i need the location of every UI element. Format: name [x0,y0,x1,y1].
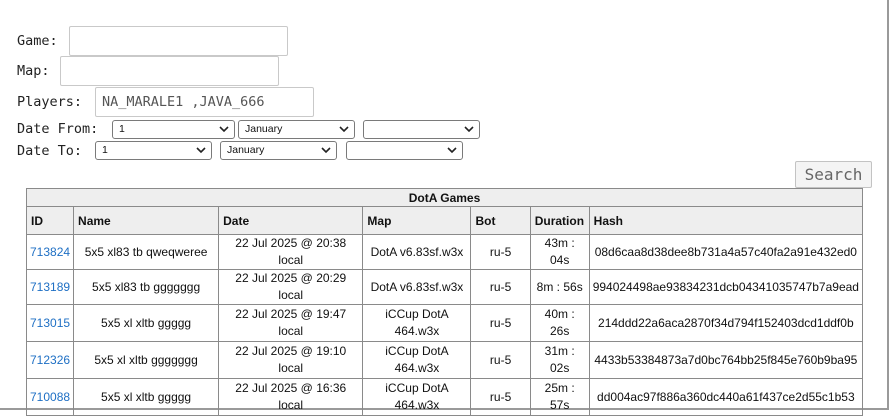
game-map-line1: DotA v6.83sf.w3x [370,279,464,294]
chevron-down-icon [219,126,229,133]
chevron-down-icon [464,126,474,133]
game-name: 5x5 xl83 tb ggggggg [73,269,220,305]
game-id-link[interactable]: 713824 [25,234,75,270]
table-row: 713015 5x5 xl xltb ggggg 22 Jul 2025 @ 1… [25,304,864,342]
game-map-line1: iCCup DotA [385,307,449,321]
game-map-line1: iCCup DotA [385,381,449,395]
game-name: 5x5 xl83 tb qweqweree [73,234,220,270]
column-header-date: Date [218,206,364,235]
game-map-line2: 464.w3x [394,361,440,375]
game-map-line2: 464.w3x [394,398,440,412]
table-header-row: ID Name Date Map Bot Duration Hash [25,206,864,235]
column-header-id: ID [25,206,75,235]
game-map: DotA v6.83sf.w3x [362,269,472,305]
game-input[interactable] [69,26,288,56]
game-bot: ru-5 [470,234,531,270]
date-to-month-select[interactable]: January [220,141,337,160]
game-date: 22 Jul 2025 @ 19:47 local [218,304,364,342]
game-bot: ru-5 [470,304,531,342]
game-date: 22 Jul 2025 @ 16:36 local [218,378,364,416]
game-map-line1: iCCup DotA [385,344,449,358]
game-date: 22 Jul 2025 @ 20:38 local [218,234,364,270]
table-row: 710088 5x5 xl xltb ggggg 22 Jul 2025 @ 1… [25,378,864,416]
date-from-day-value: 1 [119,123,125,135]
table-row: 713189 5x5 xl83 tb ggggggg 22 Jul 2025 @… [25,269,864,305]
search-button[interactable]: Search [795,161,872,188]
game-id-link[interactable]: 712326 [25,341,75,379]
game-duration: 8m : 56s [529,269,590,305]
date-to-day-value: 1 [102,144,108,156]
game-id-link[interactable]: 713189 [25,269,75,305]
column-header-name: Name [73,206,220,235]
players-label: Players: [17,94,83,110]
column-header-hash: Hash [588,206,864,235]
game-map: iCCup DotA 464.w3x [362,341,472,379]
chevron-down-icon [321,147,331,154]
game-name: 5x5 xl xltb ggggg [73,378,220,416]
game-hash: 4433b53384873a7d0bc764bb25f845e760b9ba95 [588,341,864,379]
chevron-down-icon [196,147,206,154]
game-map-line1: DotA v6.83sf.w3x [370,244,464,259]
game-map: DotA v6.83sf.w3x [362,234,472,270]
game-label: Game: [17,33,58,49]
column-header-duration: Duration [529,206,590,235]
game-hash: 994024498ae93834231dcb04341035747b7a9ead [588,269,864,305]
game-duration: 31m : 02s [529,341,590,379]
players-input[interactable]: NA_MARALE1 ,JAVA_666 [95,87,314,117]
game-name: 5x5 xl xltb ggggg [73,304,220,342]
game-id-link[interactable]: 713015 [25,304,75,342]
date-from-year-select[interactable] [363,120,480,139]
date-from-label: Date From: [17,121,99,137]
date-to-month-value: January [227,144,265,156]
date-from-day-select[interactable]: 1 [112,120,235,139]
game-date: 22 Jul 2025 @ 20:29 local [218,269,364,305]
date-to-year-select[interactable] [346,141,463,160]
game-hash: 08d6caa8d38dee8b731a4a57c40fa2a91e432ed0 [588,234,864,270]
table-row: 713824 5x5 xl83 tb qweqweree 22 Jul 2025… [25,234,864,270]
games-table: DotA Games ID Name Date Map Bot Duration… [25,188,864,416]
chevron-down-icon [339,126,349,133]
game-bot: ru-5 [470,341,531,379]
chevron-down-icon [447,147,457,154]
game-duration: 25m : 57s [529,378,590,416]
game-duration: 40m : 26s [529,304,590,342]
game-map: iCCup DotA 464.w3x [362,378,472,416]
game-map: iCCup DotA 464.w3x [362,304,472,342]
game-date: 22 Jul 2025 @ 19:10 local [218,341,364,379]
game-map-line2: 464.w3x [394,324,440,338]
map-input[interactable] [60,56,279,86]
game-duration: 43m : 04s [529,234,590,270]
date-to-label: Date To: [17,143,83,159]
game-hash: 214ddd22a6aca2870f34d794f152403dcd1ddf0b [588,304,864,342]
game-bot: ru-5 [470,269,531,305]
column-header-map: Map [362,206,472,235]
table-row: 712326 5x5 xl xltb ggggggg 22 Jul 2025 @… [25,341,864,379]
table-title: DotA Games [26,188,863,207]
map-label: Map: [17,63,50,79]
game-bot: ru-5 [470,378,531,416]
date-from-month-value: January [245,123,283,135]
date-from-month-select[interactable]: January [238,120,355,139]
game-hash: dd004ac97f886a360dc440a61f437ce2d55c1b53 [588,378,864,416]
game-id-link[interactable]: 710088 [25,378,75,416]
date-to-day-select[interactable]: 1 [95,141,212,160]
column-header-bot: Bot [470,206,531,235]
game-name: 5x5 xl xltb ggggggg [73,341,220,379]
